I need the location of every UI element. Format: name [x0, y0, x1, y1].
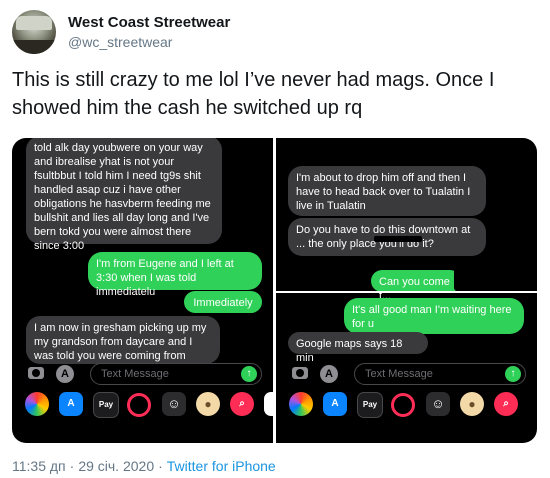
avatar-image: [16, 16, 52, 30]
memoji-icon[interactable]: ☺: [426, 392, 450, 416]
tweet-footer: 11:35 дп · 29 січ. 2020 · Twitter for iPhone: [12, 458, 276, 474]
animoji-icon[interactable]: ●: [460, 392, 484, 416]
activity-icon[interactable]: [127, 393, 151, 417]
message-received: Google maps says 18 min: [288, 332, 428, 364]
animoji-icon[interactable]: ●: [196, 392, 220, 416]
apple-pay-icon[interactable]: Pay: [357, 392, 383, 418]
message-received: I'm about to drop him off and then I hav…: [288, 166, 486, 216]
screenshot-right[interactable]: I'm about to drop him off and then I hav…: [276, 138, 537, 443]
author-name[interactable]: West Coast Streetwear: [68, 14, 230, 31]
tweet-source[interactable]: Twitter for iPhone: [167, 458, 276, 474]
message-input[interactable]: Text Message ↑: [90, 363, 262, 385]
app-store-icon[interactable]: A: [323, 392, 347, 416]
activity-icon[interactable]: [391, 393, 415, 417]
message-input[interactable]: Text Message ↑: [354, 363, 526, 385]
memoji-icon[interactable]: ☺: [162, 392, 186, 416]
message-sent: I'm from Eugene and I left at 3:30 when …: [88, 252, 262, 298]
app-store-icon[interactable]: A: [59, 392, 83, 416]
avatar[interactable]: [12, 10, 56, 54]
message-sent: It's all good man I'm waiting here for u: [344, 298, 524, 334]
message-sent: Immediately: [184, 291, 262, 313]
search-images-icon[interactable]: ⌕: [230, 392, 254, 416]
tweet-media[interactable]: told alk day youbwere on your way and ib…: [12, 138, 537, 443]
message-received: told alk day youbwere on your way and ib…: [26, 138, 222, 252]
message-input-placeholder: Text Message: [101, 368, 169, 380]
tweet-text: This is still crazy to me lol I’ve never…: [12, 69, 495, 119]
camera-icon[interactable]: [292, 367, 308, 379]
message-input-placeholder: Text Message: [365, 368, 433, 380]
apple-pay-icon[interactable]: Pay: [93, 392, 119, 418]
camera-icon[interactable]: [28, 367, 44, 379]
app-tray: A Pay ☺ ● ⌕: [276, 386, 537, 420]
app-tray: A Pay ☺ ● ⌕ ♪: [12, 386, 273, 420]
tweet-header: West Coast Streetwear @wc_streetwear: [12, 8, 538, 56]
search-images-icon[interactable]: ⌕: [494, 392, 518, 416]
screenshot-left[interactable]: told alk day youbwere on your way and ib…: [12, 138, 273, 443]
send-icon[interactable]: ↑: [505, 366, 521, 382]
message-received: I am now in gresham picking up my my gra…: [26, 316, 220, 364]
message-input-bar: A Text Message ↑: [276, 362, 537, 386]
author-handle[interactable]: @wc_streetwear: [68, 34, 172, 50]
send-icon[interactable]: ↑: [241, 366, 257, 382]
photos-app-icon[interactable]: [25, 392, 49, 416]
photos-app-icon[interactable]: [289, 392, 313, 416]
app-drawer-icon[interactable]: A: [56, 365, 74, 383]
tweet-date[interactable]: 29 січ. 2020: [78, 458, 154, 474]
redaction: [374, 236, 422, 242]
app-drawer-icon[interactable]: A: [320, 365, 338, 383]
redaction: [454, 256, 528, 290]
music-icon[interactable]: ♪: [264, 392, 273, 416]
message-sent: Can you come t...: [371, 270, 461, 302]
message-input-bar: A Text Message ↑: [12, 362, 273, 386]
tweet-time[interactable]: 11:35 дп: [12, 458, 66, 474]
